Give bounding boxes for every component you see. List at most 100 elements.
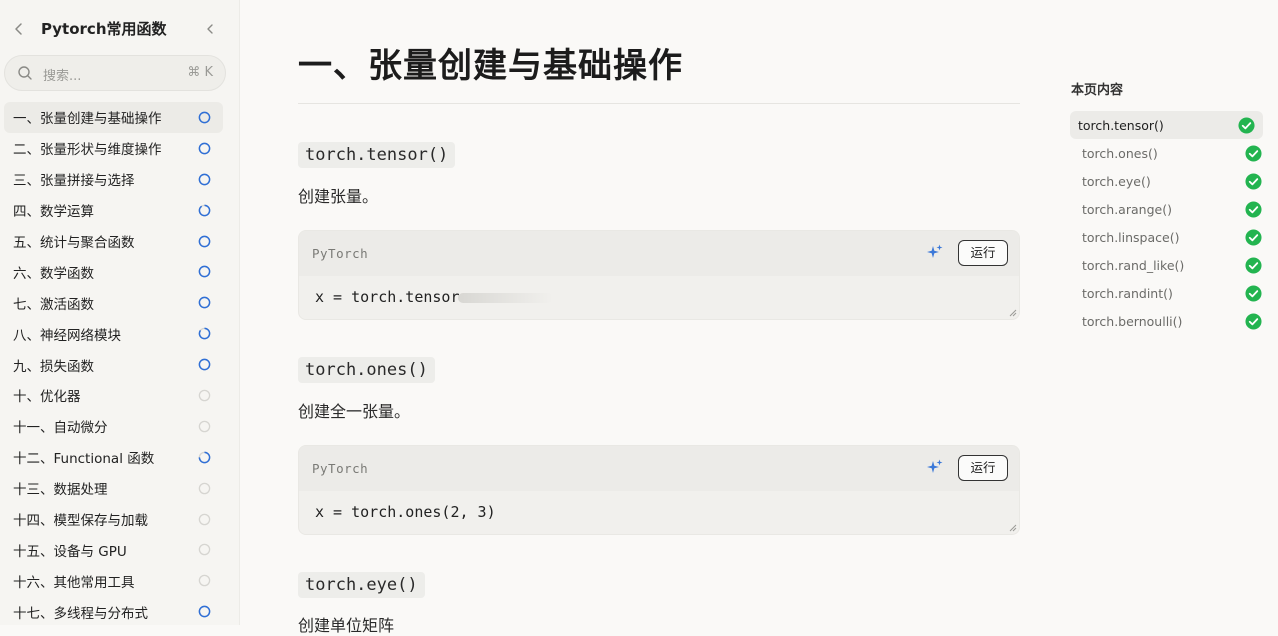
- collapse-sidebar-icon[interactable]: [202, 20, 218, 38]
- toc-item[interactable]: torch.tensor(): [1070, 111, 1263, 139]
- sidebar-nav: 一、张量创建与基础操作 二、张量形状与维度操作 三、张量拼接与选择 四、数学运算五、统…: [4, 102, 223, 627]
- search-input[interactable]: 搜索... ⌘ K: [4, 55, 226, 91]
- progress-ring-icon: [198, 420, 211, 433]
- code-fade: [457, 292, 553, 303]
- function-description: 创建张量。: [298, 187, 379, 206]
- sidebar-item[interactable]: 六、数学函数: [4, 256, 223, 287]
- sidebar-item-label: 三、张量拼接与选择: [13, 173, 135, 190]
- toc-item[interactable]: torch.bernoulli(): [1070, 307, 1263, 335]
- resize-handle-icon[interactable]: [1009, 309, 1017, 317]
- sidebar-title: Pytorch常用函数: [41, 20, 167, 38]
- sidebar-item[interactable]: 一、张量创建与基础操作: [4, 102, 223, 133]
- progress-ring-icon: [198, 111, 211, 124]
- sidebar-item[interactable]: 十四、模型保存与加载: [4, 504, 223, 535]
- sidebar-item-label: 十五、设备与 GPU: [13, 543, 127, 560]
- sidebar-item-label: 十四、模型保存与加载: [13, 513, 148, 530]
- toc-item[interactable]: torch.randint(): [1070, 279, 1263, 307]
- check-circle-icon: [1245, 229, 1262, 246]
- sidebar-item-label: 二、张量形状与维度操作: [13, 142, 162, 159]
- toc-item[interactable]: torch.linspace(): [1070, 223, 1263, 251]
- sidebar-item-label: 十三、数据处理: [13, 482, 108, 499]
- progress-ring-icon: [198, 482, 211, 494]
- sidebar-item[interactable]: 十五、设备与 GPU: [4, 534, 223, 565]
- sidebar-item-label: 九、损失函数: [13, 358, 94, 375]
- progress-ring-icon: [198, 605, 211, 618]
- sidebar-item[interactable]: 七、激活函数: [4, 287, 223, 318]
- toc-item-label: torch.rand_like(): [1082, 257, 1185, 273]
- sidebar-item[interactable]: 十一、自动微分: [4, 411, 223, 442]
- sidebar-item[interactable]: 十、优化器: [4, 380, 223, 411]
- sidebar-item-label: 八、神经网络模块: [13, 327, 121, 344]
- sidebar-item-label: 十七、多线程与分布式: [13, 605, 148, 622]
- check-circle-icon: [1245, 285, 1262, 302]
- sidebar-item[interactable]: 九、损失函数: [4, 349, 223, 380]
- sidebar-item-label: 十六、其他常用工具: [13, 574, 135, 591]
- code-language: PyTorch: [312, 461, 369, 476]
- function-heading: torch.ones(): [298, 357, 435, 383]
- check-circle-icon: [1245, 145, 1262, 162]
- sidebar-item-label: 十二、Functional 函数: [13, 451, 155, 468]
- toc-item-label: torch.bernoulli(): [1082, 313, 1183, 329]
- progress-ring-icon: [198, 204, 211, 217]
- code-content: x = torch.ones(2, 3): [315, 503, 496, 521]
- toc-title: 本页内容: [1071, 83, 1124, 98]
- toc-item[interactable]: torch.rand_like(): [1070, 251, 1263, 279]
- progress-ring-icon: [198, 266, 211, 278]
- function-heading: torch.eye(): [298, 572, 425, 598]
- code-block-header: [299, 446, 1019, 491]
- progress-ring-icon: [198, 575, 211, 587]
- sidebar-item-label: 六、数学函数: [13, 265, 94, 282]
- sidebar-header: Pytorch常用函数: [0, 14, 240, 44]
- progress-ring-icon: [198, 389, 211, 402]
- sidebar-item[interactable]: 十六、其他常用工具: [4, 565, 223, 596]
- code-block-header: [299, 231, 1019, 276]
- sidebar-item-label: 十一、自动微分: [13, 420, 108, 437]
- toc-item-label: torch.eye(): [1082, 173, 1151, 189]
- toc-item-label: torch.randint(): [1082, 285, 1173, 301]
- sidebar-item-label: 一、张量创建与基础操作: [13, 111, 162, 128]
- sidebar-item-label: 七、激活函数: [13, 296, 94, 313]
- sidebar-item[interactable]: 八、神经网络模块: [4, 318, 223, 349]
- back-icon[interactable]: [10, 20, 28, 38]
- function-description: 创建单位矩阵: [298, 616, 395, 635]
- code-text: x = torch.tensor: [315, 288, 460, 306]
- ai-sparkle-icon[interactable]: [927, 459, 943, 475]
- search-icon: [18, 66, 32, 80]
- check-circle-icon: [1238, 117, 1255, 134]
- toc-item[interactable]: torch.eye(): [1070, 167, 1263, 195]
- progress-ring-icon: [198, 513, 211, 525]
- title-divider: [298, 103, 1020, 104]
- progress-ring-icon: [198, 544, 211, 556]
- progress-ring-icon: [198, 235, 211, 247]
- toc-item-label: torch.arange(): [1082, 201, 1172, 217]
- code-language: PyTorch: [312, 246, 369, 261]
- toc-item-label: torch.tensor(): [1078, 117, 1164, 133]
- progress-ring-icon: [198, 358, 211, 371]
- resize-handle-icon[interactable]: [1009, 524, 1017, 532]
- sidebar-item-label: 五、统计与聚合函数: [13, 235, 135, 251]
- code-block: PyTorch 运行 x = torch.tensor: [298, 230, 1020, 320]
- search-placeholder: 搜索...: [43, 69, 82, 84]
- sidebar-item[interactable]: 十二、Functional 函数: [4, 442, 223, 473]
- sidebar-item[interactable]: 三、张量拼接与选择: [4, 164, 223, 195]
- ai-sparkle-icon[interactable]: [927, 244, 943, 260]
- sidebar-item[interactable]: 十三、数据处理: [4, 473, 223, 504]
- code-block: PyTorch 运行 x = torch.ones(2, 3): [298, 445, 1020, 535]
- sidebar: Pytorch常用函数 搜索... ⌘ K 一、张量创建与基础操作 二、张量形状与…: [0, 0, 240, 625]
- sidebar-item[interactable]: 五、统计与聚合函数: [4, 226, 223, 257]
- sidebar-item-label: 四、数学运算: [13, 204, 94, 221]
- progress-ring-icon: [198, 451, 211, 464]
- sidebar-item[interactable]: 十七、多线程与分布式: [4, 596, 223, 627]
- toc-item-label: torch.ones(): [1082, 145, 1158, 161]
- check-circle-icon: [1245, 313, 1262, 330]
- run-button[interactable]: 运行: [958, 240, 1008, 266]
- toc-item[interactable]: torch.ones(): [1070, 139, 1263, 167]
- sidebar-item-label: 十、优化器: [13, 389, 81, 406]
- check-circle-icon: [1245, 257, 1262, 274]
- run-button[interactable]: 运行: [958, 455, 1008, 481]
- function-heading: torch.tensor(): [298, 142, 456, 168]
- sidebar-item[interactable]: 四、数学运算: [4, 195, 223, 226]
- sidebar-item[interactable]: 二、张量形状与维度操作: [4, 133, 223, 164]
- toc-item[interactable]: torch.arange(): [1070, 195, 1263, 223]
- check-circle-icon: [1245, 201, 1262, 218]
